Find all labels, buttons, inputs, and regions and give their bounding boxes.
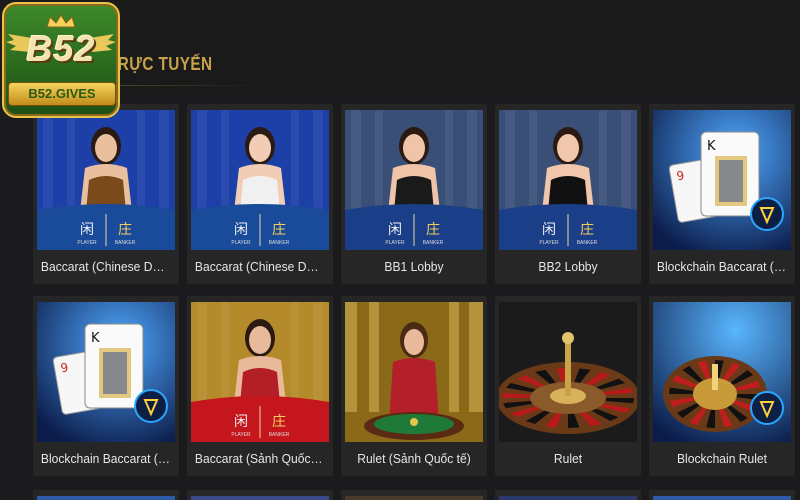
game-thumbnail[interactable]: 闲 庄 PLAYER BANKER (191, 302, 329, 442)
svg-text:PLAYER: PLAYER (77, 240, 97, 246)
game-title[interactable]: Blockchain Baccarat (Lobby... (654, 254, 790, 284)
game-thumbnail[interactable] (345, 302, 483, 442)
svg-text:庄: 庄 (426, 221, 440, 238)
dealer-gold-image: 闲 庄 PLAYER BANKER (191, 302, 329, 442)
game-card[interactable]: Blockchain Rulet (649, 296, 795, 476)
svg-text:BANKER: BANKER (269, 240, 290, 246)
roulette-wheel-image (499, 302, 637, 442)
game-thumbnail[interactable]: 闲 庄 PLAYER BANKER (345, 110, 483, 250)
game-title[interactable]: Baccarat (Chinese Dealer L... (38, 254, 174, 284)
game-card[interactable]: 闲 庄 PLAYER BANKER Baccarat (Chinese Deale… (33, 104, 179, 284)
game-title[interactable]: Rulet (Sảnh Quốc tế) (346, 446, 482, 476)
game-title[interactable]: Baccarat (Sảnh Quốc tế 1) (192, 446, 328, 476)
game-thumbnail[interactable]: 9 K (653, 110, 791, 250)
dealer-blue-image: 闲 庄 PLAYER BANKER (37, 110, 175, 250)
game-title[interactable]: Blockchain Baccarat (Lobby... (38, 446, 174, 476)
svg-text:BANKER: BANKER (577, 240, 598, 246)
game-title[interactable]: Baccarat (Chinese Dealer L... (192, 254, 328, 284)
section-title: TRỰC TUYẾN (108, 54, 213, 74)
dealer-studio-image: 闲 庄 PLAYER BANKER (345, 110, 483, 250)
game-thumbnail[interactable]: 闲 庄 PLAYER BANKER (499, 110, 637, 250)
crown-icon (46, 14, 76, 28)
blockchain-roulette-image (653, 302, 791, 442)
svg-text:庄: 庄 (272, 221, 286, 238)
next-row-card[interactable] (495, 490, 641, 500)
dealer-studio-2-image: 闲 庄 PLAYER BANKER (499, 110, 637, 250)
svg-text:庄: 庄 (580, 221, 594, 238)
svg-text:PLAYER: PLAYER (231, 432, 251, 438)
game-title[interactable]: Rulet (500, 446, 636, 476)
svg-text:PLAYER: PLAYER (385, 240, 405, 246)
game-card[interactable]: 闲 庄 PLAYER BANKER Baccarat (Sảnh Quốc tế … (187, 296, 333, 476)
svg-text:K: K (707, 139, 716, 154)
svg-text:K: K (91, 331, 100, 346)
game-card[interactable]: Rulet (495, 296, 641, 476)
game-card[interactable]: 9 K Blockchain Baccarat (Lobby... (649, 104, 795, 284)
game-thumbnail[interactable]: 闲 庄 PLAYER BANKER (37, 110, 175, 250)
game-card[interactable]: 闲 庄 PLAYER BANKER BB1 Lobby (341, 104, 487, 284)
dealer-blue-white-image: 闲 庄 PLAYER BANKER (191, 110, 329, 250)
game-card[interactable]: 闲 庄 PLAYER BANKER BB2 Lobby (495, 104, 641, 284)
svg-text:闲: 闲 (80, 222, 94, 238)
game-thumbnail[interactable]: 9 K (37, 302, 175, 442)
svg-text:庄: 庄 (118, 221, 132, 238)
next-row-card[interactable] (341, 490, 487, 500)
b52-logo[interactable]: B52 B52.GIVES (2, 2, 120, 118)
blockchain-cards-image: 9 K (653, 110, 791, 250)
logo-domain-text: B52.GIVES (8, 82, 116, 106)
header-bar (0, 0, 800, 95)
game-title[interactable]: Blockchain Rulet (654, 446, 790, 476)
svg-text:闲: 闲 (542, 222, 556, 238)
game-thumbnail[interactable] (653, 302, 791, 442)
svg-text:闲: 闲 (234, 222, 248, 238)
logo-brand-text: B52 (26, 28, 96, 69)
blockchain-cards-image: 9 K (37, 302, 175, 442)
svg-text:BANKER: BANKER (269, 432, 290, 438)
game-card[interactable]: 闲 庄 PLAYER BANKER Baccarat (Chinese Deale… (187, 104, 333, 284)
next-row-card[interactable] (187, 490, 333, 500)
svg-text:PLAYER: PLAYER (539, 240, 559, 246)
game-card[interactable]: 9 K Blockchain Baccarat (Lobby... (33, 296, 179, 476)
svg-text:闲: 闲 (234, 414, 248, 430)
svg-text:BANKER: BANKER (423, 240, 444, 246)
svg-text:PLAYER: PLAYER (231, 240, 251, 246)
game-card[interactable]: Rulet (Sảnh Quốc tế) (341, 296, 487, 476)
svg-text:BANKER: BANKER (115, 240, 136, 246)
next-row-card[interactable] (33, 490, 179, 500)
game-thumbnail[interactable]: 闲 庄 PLAYER BANKER (191, 110, 329, 250)
game-thumbnail[interactable] (499, 302, 637, 442)
roulette-gold-image (345, 302, 483, 442)
next-row-card[interactable] (649, 490, 795, 500)
game-title[interactable]: BB2 Lobby (500, 254, 636, 284)
svg-text:庄: 庄 (272, 413, 286, 430)
svg-text:闲: 闲 (388, 222, 402, 238)
game-title[interactable]: BB1 Lobby (346, 254, 482, 284)
